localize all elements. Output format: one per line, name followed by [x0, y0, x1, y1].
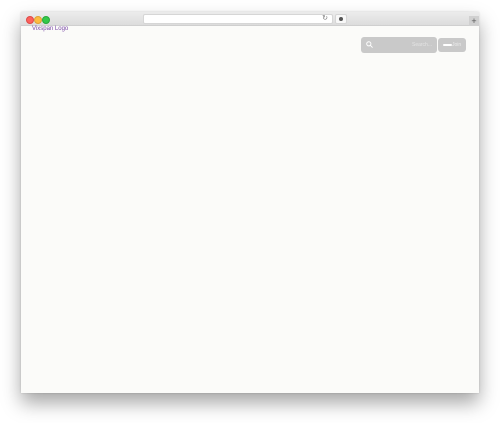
- search-placeholder: Search...: [411, 42, 432, 48]
- login-icon: [443, 44, 452, 46]
- login-label: Join: [452, 42, 462, 48]
- browser-window: ↻ + Vixspan Logo Search... Join: [21, 12, 479, 393]
- reload-icon[interactable]: ↻: [322, 15, 328, 23]
- extension-icon: [339, 17, 343, 21]
- extension-button[interactable]: [335, 14, 347, 24]
- screenshot-stage: ↻ + Vixspan Logo Search... Join: [0, 0, 500, 423]
- login-button[interactable]: Join: [438, 38, 466, 52]
- site-logo[interactable]: Vixspan Logo: [32, 26, 68, 33]
- new-tab-icon[interactable]: +: [469, 16, 479, 26]
- search-input[interactable]: Search...: [361, 37, 437, 53]
- close-window-icon[interactable]: [26, 16, 34, 24]
- search-icon: [366, 41, 373, 48]
- maximize-window-icon[interactable]: [42, 16, 50, 24]
- address-bar[interactable]: ↻: [143, 14, 333, 24]
- browser-titlebar: ↻ +: [21, 12, 479, 26]
- minimize-window-icon[interactable]: [34, 16, 42, 24]
